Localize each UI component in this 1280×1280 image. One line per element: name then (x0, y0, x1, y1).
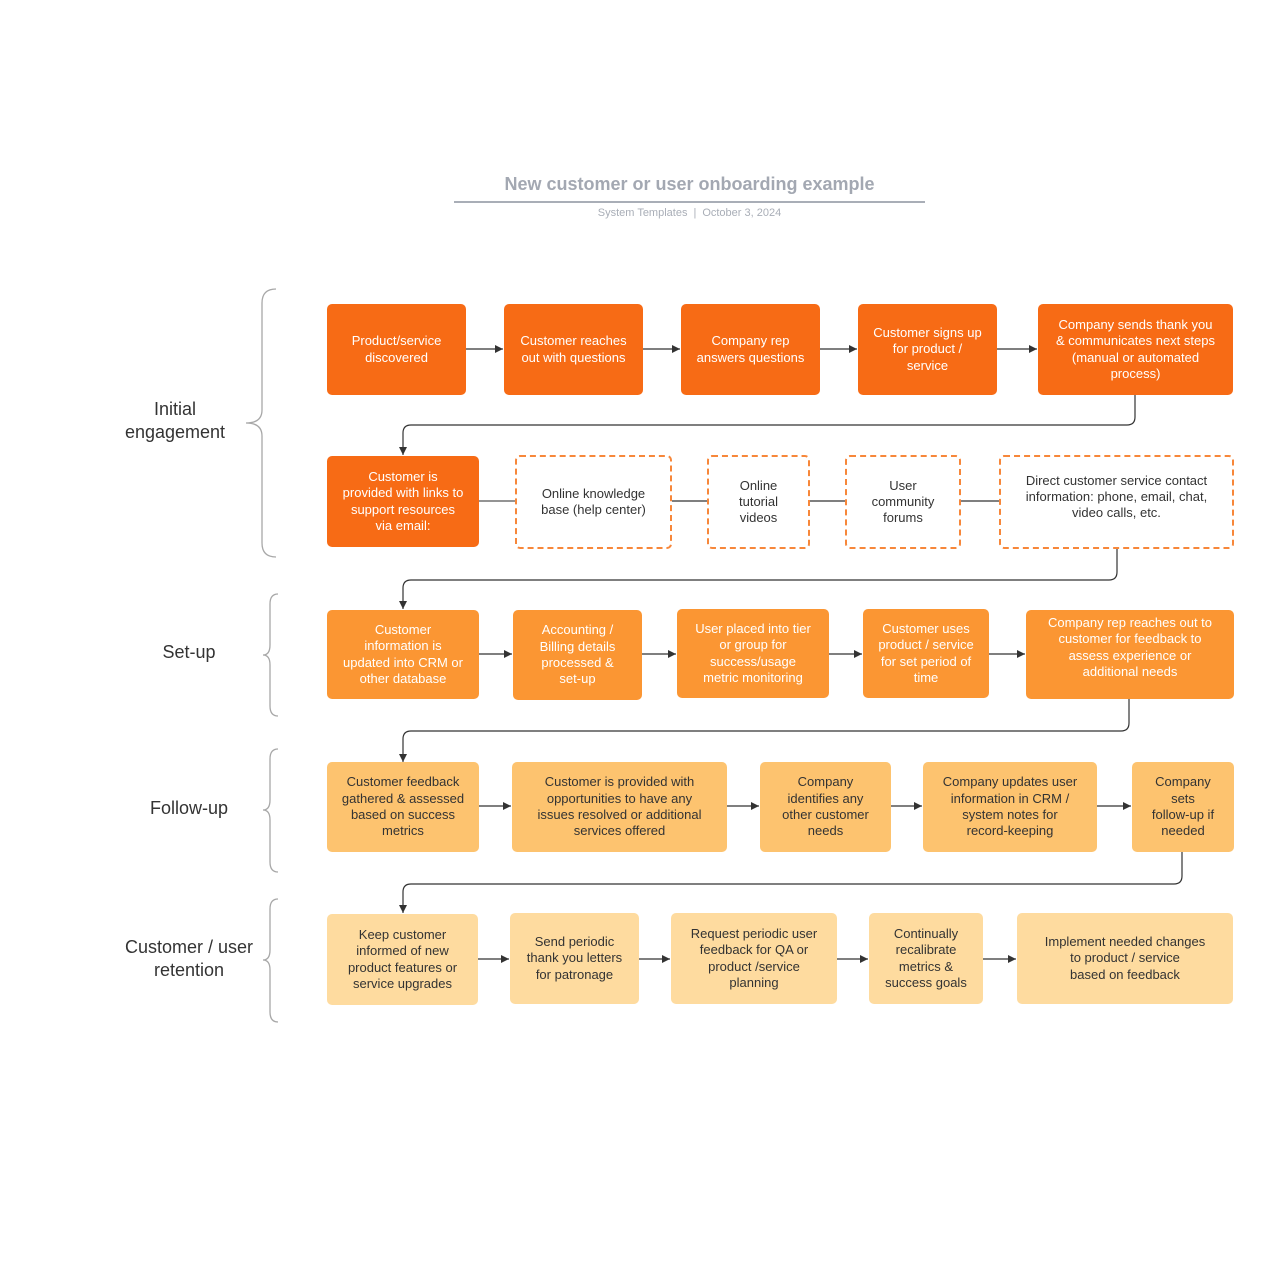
phase-label-initial-engagement: Initial engagement (124, 399, 226, 442)
arrow-r3-to-r4 (399, 699, 1130, 762)
brace-retention (262, 898, 279, 1023)
brace-follow-up (262, 748, 279, 873)
step-issues-resolved[interactable]: Customer is provided with opportunities … (512, 762, 727, 852)
step-crm-notes[interactable]: Company updates user information in CRM … (923, 762, 1097, 852)
resource-direct-contact[interactable]: Direct customer service contact informat… (999, 455, 1234, 549)
step-company-sends-thanks[interactable]: Company sends thank you & communicates n… (1038, 304, 1233, 395)
step-set-follow-up[interactable]: Company sets follow-up if needed (1132, 762, 1234, 852)
phase-label-follow-up: Follow-up (149, 798, 229, 818)
step-identify-needs[interactable]: Company identifies any other customer ne… (760, 762, 891, 852)
step-support-links-email[interactable]: Customer is provided with links to suppo… (327, 456, 479, 547)
step-recalibrate-metrics[interactable]: Continually recalibrate metrics & succes… (869, 913, 983, 1004)
resource-knowledge-base[interactable]: Online knowledge base (help center) (515, 455, 672, 549)
step-implement-changes[interactable]: Implement needed changes to product / se… (1017, 913, 1233, 1004)
step-thank-you-letters[interactable]: Send periodic thank you letters for patr… (510, 913, 639, 1004)
step-customer-uses-product[interactable]: Customer uses product / service for set … (863, 609, 989, 698)
step-tier-placement[interactable]: User placed into tier or group for succe… (677, 609, 829, 698)
arrow-r2-to-r3 (399, 549, 1118, 609)
brace-set-up (262, 593, 279, 717)
step-request-feedback[interactable]: Request periodic user feedback for QA or… (671, 913, 837, 1004)
resource-community-forums[interactable]: User community forums (845, 455, 961, 549)
step-crm-updated[interactable]: Customer information is updated into CRM… (327, 610, 479, 699)
step-product-discovered[interactable]: Product/service discovered (327, 304, 466, 395)
step-billing-setup[interactable]: Accounting / Billing details processed &… (513, 610, 642, 700)
step-feedback-assessed[interactable]: Customer feedback gathered & assessed ba… (327, 762, 479, 852)
resource-tutorial-videos[interactable]: Online tutorial videos (707, 455, 810, 549)
step-customer-signs-up[interactable]: Customer signs up for product / service (858, 304, 997, 395)
phase-label-retention: Customer / user retention (124, 937, 254, 980)
step-inform-new-features[interactable]: Keep customer informed of new product fe… (327, 914, 478, 1005)
phase-label-set-up: Set-up (162, 642, 216, 662)
step-rep-answers[interactable]: Company rep answers questions (681, 304, 820, 395)
step-rep-requests-feedback[interactable]: Company rep reaches out to customer for … (1026, 610, 1234, 699)
arrow-r4-to-r5 (399, 852, 1183, 913)
arrow-r1-to-r2 (399, 395, 1136, 455)
brace-initial-engagement (245, 288, 277, 558)
step-customer-reaches-out[interactable]: Customer reaches out with questions (504, 304, 643, 395)
